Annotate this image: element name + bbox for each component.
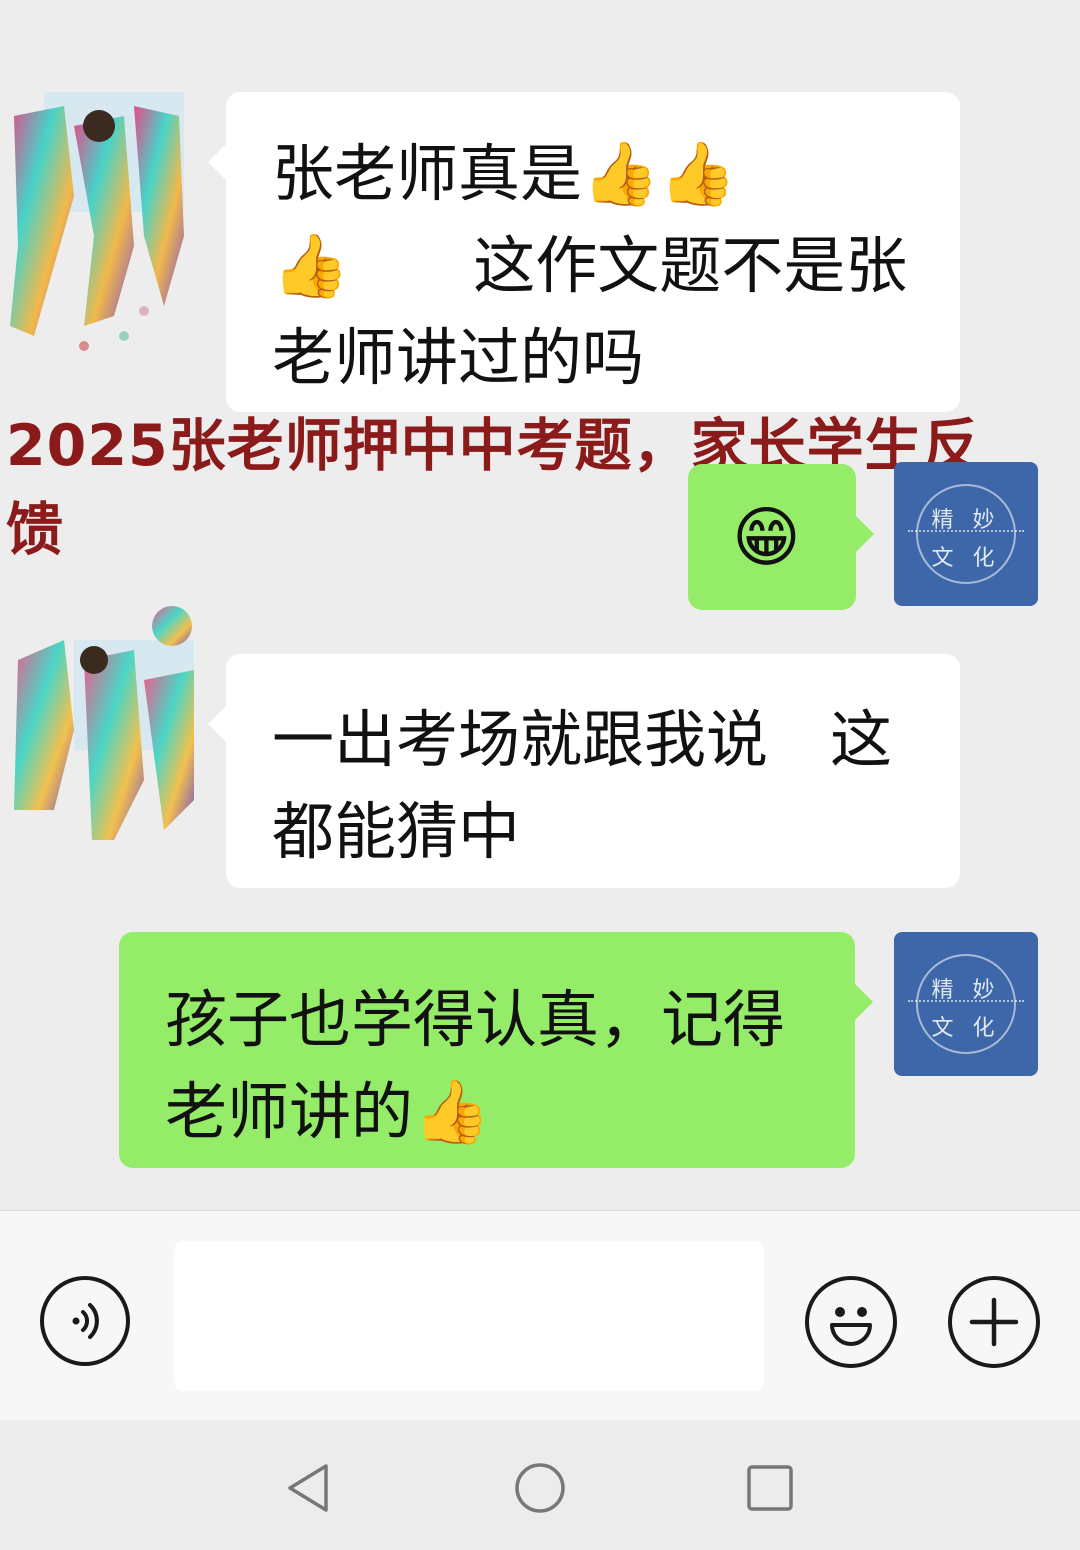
voice-icon xyxy=(72,1303,99,1339)
system-navigation-bar xyxy=(0,1420,1080,1550)
self-avatar[interactable]: 精 妙 文 化 xyxy=(894,462,1038,606)
emoji-button[interactable] xyxy=(805,1276,897,1368)
chat-area[interactable]: 张老师真是👍👍 👍 这作文题不是张 老师讲过的吗 2025张老师押中中考题，家长… xyxy=(0,0,1080,1210)
contact-avatar[interactable] xyxy=(4,600,194,840)
message-bubble-sent[interactable]: 孩子也学得认真，记得 老师讲的👍 xyxy=(119,932,873,1168)
message-text-line: 张老师真是👍👍 xyxy=(272,137,737,210)
plus-icon xyxy=(969,1297,1019,1347)
grin-emoji: 😁 xyxy=(732,499,801,576)
message-text-input[interactable] xyxy=(174,1241,764,1391)
message-text-line: 老师讲的👍 xyxy=(165,1075,491,1148)
emoji-icon xyxy=(830,1307,872,1346)
self-avatar[interactable]: 精 妙 文 化 xyxy=(894,932,1038,1076)
triangle-back-icon[interactable] xyxy=(280,1458,340,1518)
logo-divider xyxy=(908,530,1024,534)
message-bubble-received[interactable]: 一出考场就跟我说 这 都能猜中 xyxy=(208,654,960,888)
wechat-chat-screen: 张老师真是👍👍 👍 这作文题不是张 老师讲过的吗 2025张老师押中中考题，家长… xyxy=(0,0,1080,1550)
message-bubble-received[interactable]: 张老师真是👍👍 👍 这作文题不是张 老师讲过的吗 xyxy=(208,92,960,412)
message-text-line: 孩子也学得认真，记得 xyxy=(165,983,786,1056)
message-input-bar xyxy=(0,1210,1080,1421)
bubble-tail xyxy=(856,516,874,552)
bubble-tail xyxy=(855,984,873,1020)
square-recents-icon[interactable] xyxy=(740,1458,800,1518)
contact-avatar-image xyxy=(14,606,194,840)
bubble-tail xyxy=(208,144,226,180)
message-text-line: 都能猜中 xyxy=(272,795,521,868)
message-text-line: 👍 这作文题不是张 xyxy=(272,229,908,302)
contact-avatar[interactable] xyxy=(4,86,184,351)
bubble-tail xyxy=(208,706,226,742)
circle-home-icon[interactable] xyxy=(510,1458,570,1518)
logo-text-bottom: 文 化 xyxy=(931,1016,1001,1041)
message-text-line: 老师讲过的吗 xyxy=(272,321,645,394)
logo-divider xyxy=(908,1000,1024,1004)
message-text-line: 一出考场就跟我说 这 xyxy=(272,703,893,776)
voice-button[interactable] xyxy=(40,1276,130,1366)
message-bubble-sent[interactable]: 😁 xyxy=(688,464,874,610)
contact-avatar-image xyxy=(10,92,184,351)
more-button[interactable] xyxy=(948,1276,1040,1368)
logo-text-bottom: 文 化 xyxy=(931,546,1001,571)
